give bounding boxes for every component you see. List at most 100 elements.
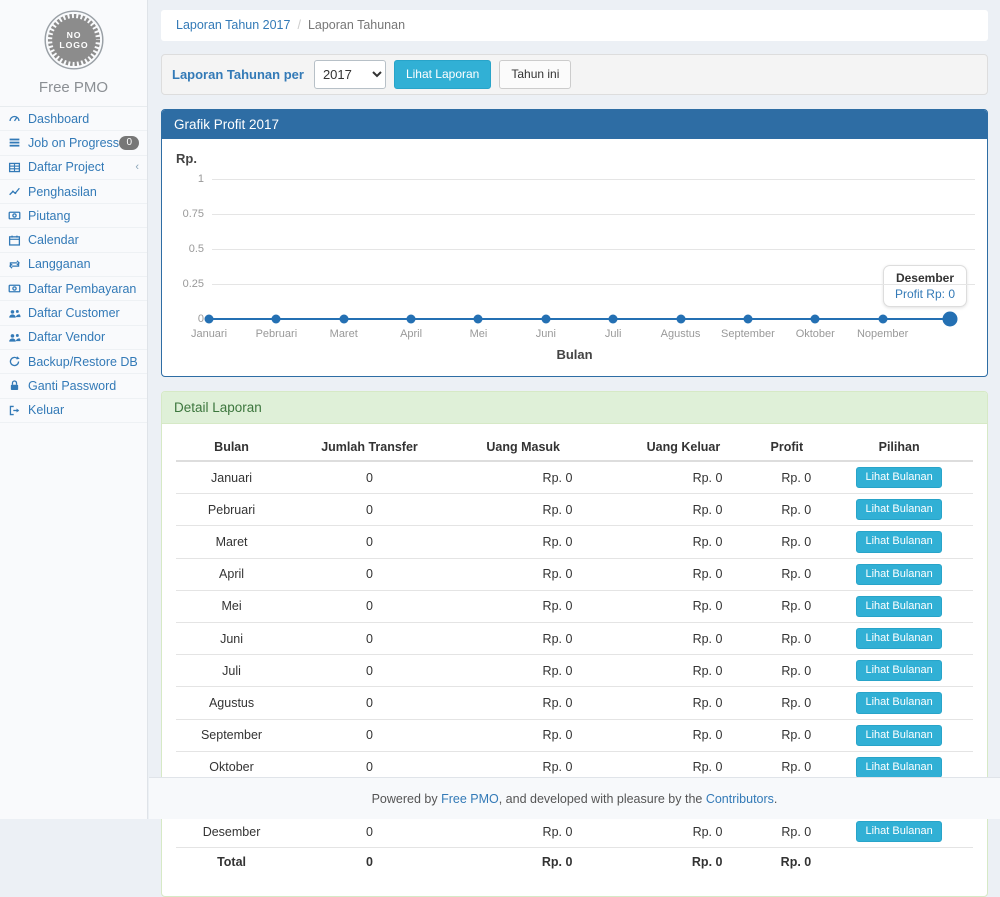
sidebar-item-penghasilan[interactable]: Penghasilan (0, 180, 147, 204)
footer-contributors-link[interactable]: Contributors (706, 792, 774, 806)
profit-chart-panel: Grafik Profit 2017 Rp. Bulan Desember Pr… (161, 109, 988, 377)
sign-out-icon (8, 404, 24, 417)
table-row: Maret0Rp. 0Rp. 0Rp. 0Lihat Bulanan (176, 526, 973, 558)
table-cell: April (176, 558, 287, 590)
sidebar: NO LOGO Free PMO DashboardJob on Progres… (0, 0, 148, 819)
users-icon (8, 307, 24, 320)
svg-text:NO: NO (66, 30, 81, 40)
view-monthly-button-agustus[interactable]: Lihat Bulanan (856, 692, 941, 713)
table-cell: 0 (287, 816, 452, 848)
sidebar-item-label: Daftar Pembayaran (28, 282, 136, 296)
view-monthly-button-maret[interactable]: Lihat Bulanan (856, 531, 941, 552)
main-area: Laporan Tahun 2017/Laporan Tahunan Lapor… (149, 0, 1000, 819)
data-point-desember[interactable] (943, 312, 958, 327)
data-point-april[interactable] (407, 315, 416, 324)
this-year-button[interactable]: Tahun ini (499, 60, 571, 88)
chevron-left-icon: ‹ (135, 161, 139, 173)
column-header-uang-keluar: Uang Keluar (618, 434, 748, 461)
table-cell: 0 (287, 622, 452, 654)
view-monthly-button-mei[interactable]: Lihat Bulanan (856, 596, 941, 617)
table-cell: Rp. 0 (618, 622, 748, 654)
table-row: Agustus0Rp. 0Rp. 0Rp. 0Lihat Bulanan (176, 687, 973, 719)
table-cell-action: Lihat Bulanan (825, 461, 973, 494)
data-point-agustus[interactable] (676, 315, 685, 324)
chart-y-tick: 0.5 (162, 243, 204, 255)
sidebar-item-backup-restore-db[interactable]: Backup/Restore DB (0, 350, 147, 374)
table-icon (8, 161, 24, 174)
table-cell: Juli (176, 655, 287, 687)
sidebar-item-dashboard[interactable]: Dashboard (0, 107, 147, 131)
chart-x-axis-label: Bulan (162, 347, 987, 362)
sidebar-item-calendar[interactable]: Calendar (0, 228, 147, 252)
table-row: September0Rp. 0Rp. 0Rp. 0Lihat Bulanan (176, 719, 973, 751)
view-monthly-button-desember[interactable]: Lihat Bulanan (856, 821, 941, 842)
data-point-juni[interactable] (541, 315, 550, 324)
data-point-oktober[interactable] (811, 315, 820, 324)
chart-gridline (212, 179, 975, 180)
sidebar-item-daftar-customer[interactable]: Daftar Customer (0, 301, 147, 325)
table-cell: 0 (287, 461, 452, 494)
lock-icon (8, 379, 24, 392)
table-cell-action: Lihat Bulanan (825, 816, 973, 848)
sidebar-item-ganti-password[interactable]: Ganti Password (0, 374, 147, 398)
view-monthly-button-pebruari[interactable]: Lihat Bulanan (856, 499, 941, 520)
sidebar-item-daftar-vendor[interactable]: Daftar Vendor (0, 326, 147, 350)
sidebar-item-daftar-pembayaran[interactable]: Daftar Pembayaran (0, 277, 147, 301)
data-point-mei[interactable] (474, 315, 483, 324)
footer-brand-link[interactable]: Free PMO (441, 792, 499, 806)
sidebar-item-label: Piutang (28, 209, 70, 223)
table-cell: Rp. 0 (748, 558, 825, 590)
view-report-button[interactable]: Lihat Laporan (394, 60, 491, 88)
data-point-januari[interactable] (205, 315, 214, 324)
table-row: Januari0Rp. 0Rp. 0Rp. 0Lihat Bulanan (176, 461, 973, 494)
sidebar-item-label: Dashboard (28, 112, 89, 126)
view-monthly-button-juni[interactable]: Lihat Bulanan (856, 628, 941, 649)
table-cell: 0 (287, 848, 452, 875)
view-monthly-button-september[interactable]: Lihat Bulanan (856, 725, 941, 746)
table-cell: Rp. 0 (618, 848, 748, 875)
svg-text:LOGO: LOGO (59, 40, 88, 50)
data-point-september[interactable] (743, 315, 752, 324)
tooltip-month: Desember (895, 271, 955, 285)
table-row: Pebruari0Rp. 0Rp. 0Rp. 0Lihat Bulanan (176, 494, 973, 526)
data-point-maret[interactable] (339, 315, 348, 324)
table-cell: Rp. 0 (618, 719, 748, 751)
data-point-juli[interactable] (609, 315, 618, 324)
table-cell: 0 (287, 526, 452, 558)
table-cell: Rp. 0 (748, 590, 825, 622)
table-cell-action: Lihat Bulanan (825, 622, 973, 654)
sidebar-item-piutang[interactable]: Piutang (0, 204, 147, 228)
view-monthly-button-januari[interactable]: Lihat Bulanan (856, 467, 941, 488)
chart-panel-title: Grafik Profit 2017 (162, 110, 987, 139)
table-row: April0Rp. 0Rp. 0Rp. 0Lihat Bulanan (176, 558, 973, 590)
sidebar-item-daftar-project[interactable]: Daftar Project‹ (0, 156, 147, 180)
table-cell: Rp. 0 (748, 655, 825, 687)
footer: Powered by Free PMO, and developed with … (149, 777, 1000, 819)
view-monthly-button-april[interactable]: Lihat Bulanan (856, 564, 941, 585)
data-point-nopember[interactable] (878, 315, 887, 324)
table-cell: Rp. 0 (618, 558, 748, 590)
table-cell-action: Lihat Bulanan (825, 558, 973, 590)
sidebar-item-langganan[interactable]: Langganan (0, 253, 147, 277)
view-monthly-button-juli[interactable]: Lihat Bulanan (856, 660, 941, 681)
table-cell: Rp. 0 (452, 526, 618, 558)
users-icon (8, 331, 24, 344)
calendar-icon (8, 234, 24, 247)
table-cell-action: Lihat Bulanan (825, 494, 973, 526)
chart-gridline (212, 284, 975, 285)
year-select[interactable]: 2017 (314, 60, 386, 89)
breadcrumb-link[interactable]: Laporan Tahun 2017 (176, 18, 290, 32)
chart-y-tick: 0 (162, 313, 204, 325)
table-cell: Rp. 0 (748, 719, 825, 751)
table-cell: Rp. 0 (748, 687, 825, 719)
table-cell: Rp. 0 (452, 558, 618, 590)
view-monthly-button-oktober[interactable]: Lihat Bulanan (856, 757, 941, 778)
table-cell: September (176, 719, 287, 751)
table-cell: Rp. 0 (452, 622, 618, 654)
table-cell-action: Lihat Bulanan (825, 719, 973, 751)
data-point-pebruari[interactable] (272, 315, 281, 324)
sidebar-item-job-on-progress[interactable]: Job on Progress0 (0, 131, 147, 155)
table-cell: Rp. 0 (748, 816, 825, 848)
table-cell: Rp. 0 (618, 461, 748, 494)
sidebar-item-keluar[interactable]: Keluar (0, 399, 147, 423)
